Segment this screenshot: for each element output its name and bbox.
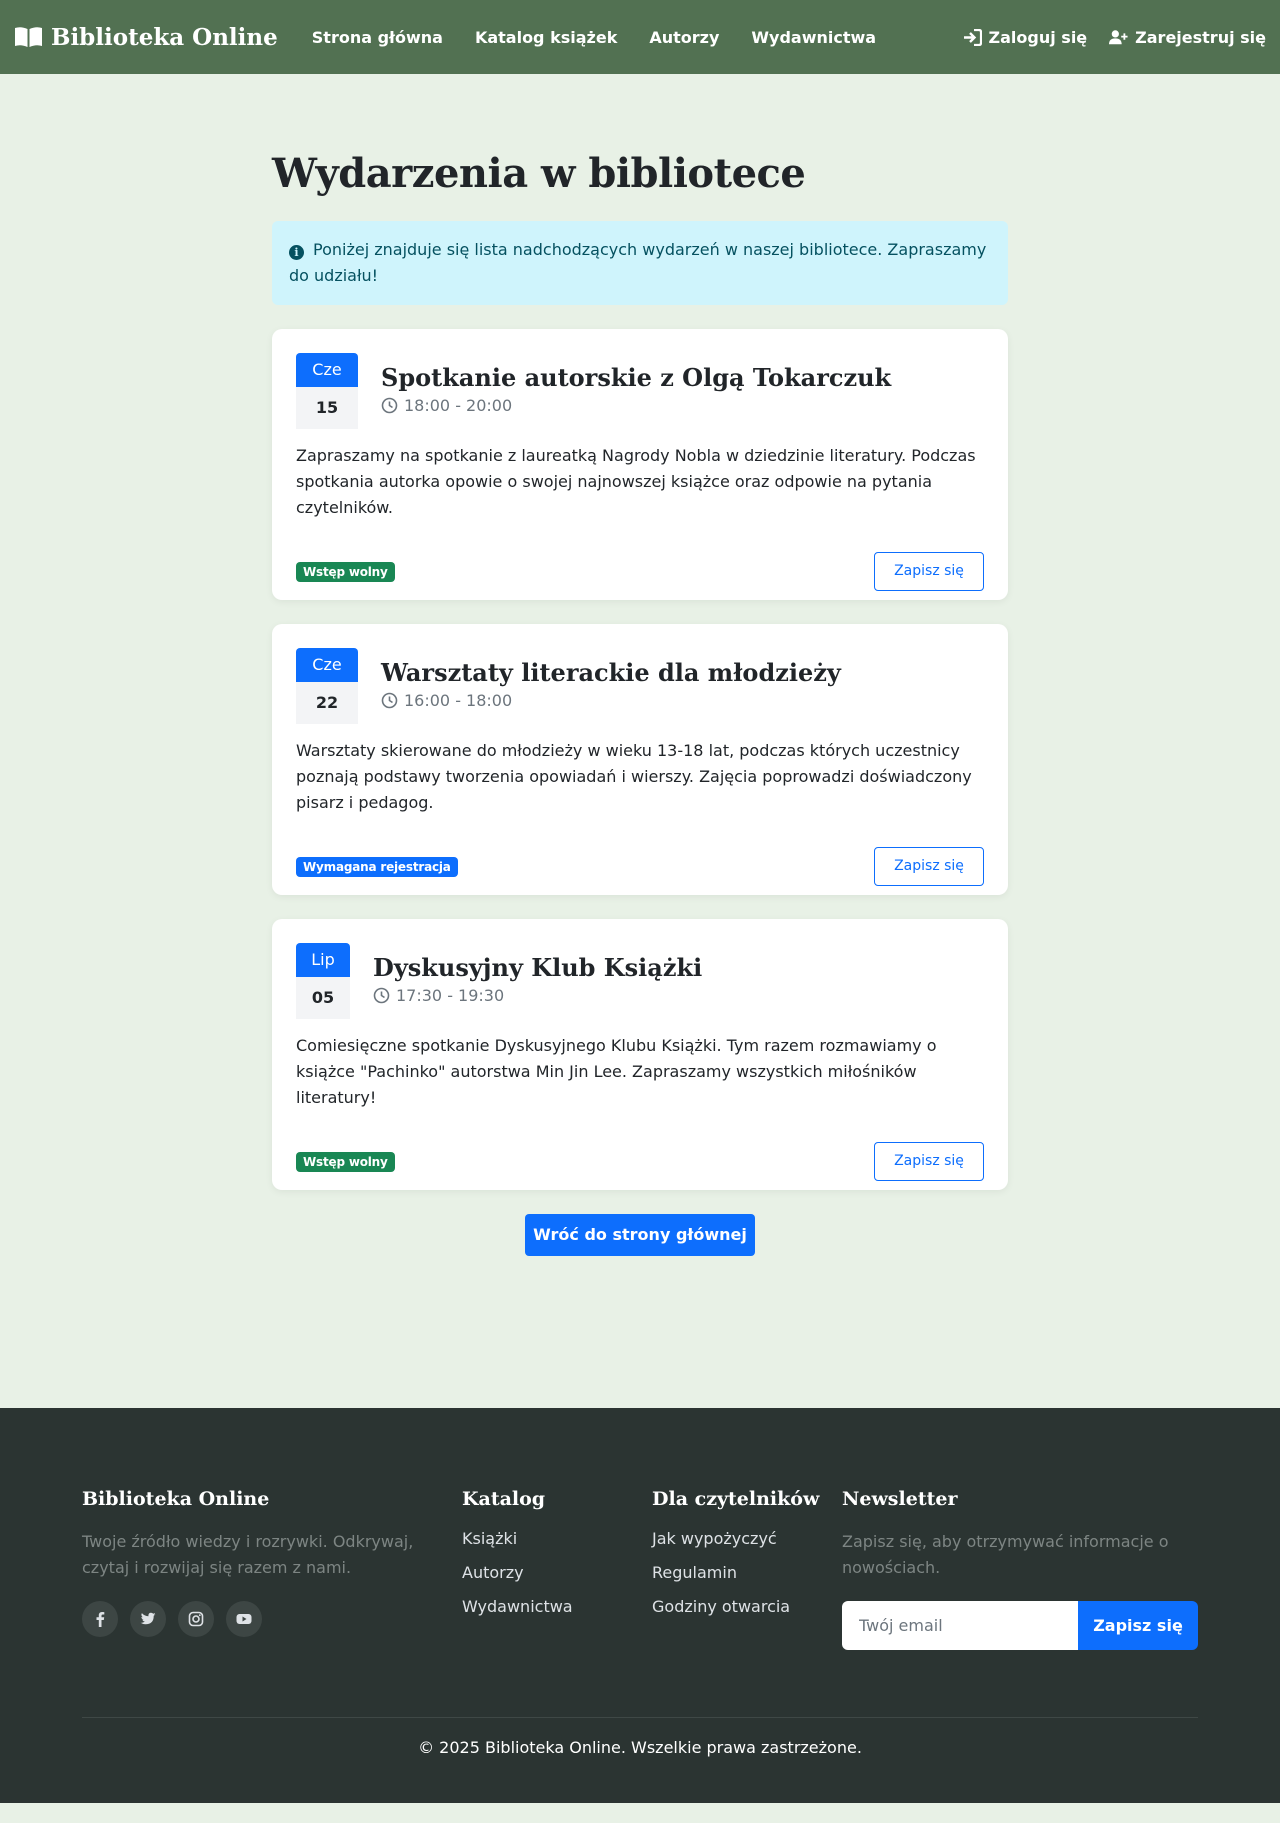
nav-links: Strona główna Katalog książek Autorzy Wy… xyxy=(296,28,892,47)
facebook-icon[interactable] xyxy=(82,1601,118,1637)
event-time: 17:30 - 19:30 xyxy=(373,986,702,1005)
youtube-icon[interactable] xyxy=(226,1601,262,1637)
event-month: Cze xyxy=(296,353,358,387)
brand-link[interactable]: Biblioteka Online xyxy=(14,24,278,51)
event-card: Cze 22 Warsztaty literackie dla młodzież… xyxy=(272,624,1008,895)
register-label: Zarejestruj się xyxy=(1135,27,1266,47)
nav-link-authors[interactable]: Autorzy xyxy=(633,28,735,47)
info-alert: i Poniżej znajduje się lista nadchodzącyc… xyxy=(272,221,1008,305)
alert-text: Poniżej znajduje się lista nadchodzących… xyxy=(289,240,987,285)
event-month: Cze xyxy=(296,648,358,682)
footer-about-title: Biblioteka Online xyxy=(82,1488,270,1510)
clock-icon xyxy=(381,397,398,414)
event-day: 22 xyxy=(296,682,358,724)
footer-link-rules[interactable]: Regulamin xyxy=(652,1563,842,1583)
footer-catalog-title: Katalog xyxy=(462,1488,546,1510)
footer-link-how-to-borrow[interactable]: Jak wypożyczyć xyxy=(652,1529,842,1549)
copyright: © 2025 Biblioteka Online. Wszelkie prawa… xyxy=(418,1738,862,1757)
footer-link-books[interactable]: Książki xyxy=(462,1529,652,1549)
navbar: Biblioteka Online Strona główna Katalog … xyxy=(0,0,1280,74)
event-date: Cze 22 xyxy=(296,648,358,724)
clock-icon xyxy=(373,987,390,1004)
footer-link-publishers[interactable]: Wydawnictwa xyxy=(462,1597,652,1617)
signup-button[interactable]: Zapisz się xyxy=(874,847,984,886)
login-link[interactable]: Zaloguj się xyxy=(963,27,1088,47)
twitter-icon[interactable] xyxy=(130,1601,166,1637)
event-day: 15 xyxy=(296,387,358,429)
event-time-text: 17:30 - 19:30 xyxy=(396,986,505,1005)
event-card: Lip 05 Dyskusyjny Klub Książki 17:30 - 1… xyxy=(272,919,1008,1190)
event-title: Spotkanie autorskie z Olgą Tokarczuk xyxy=(381,363,892,392)
page-title: Wydarzenia w bibliotece xyxy=(272,150,806,197)
footer-readers: Dla czytelników Jak wypożyczyć Regulamin… xyxy=(652,1488,842,1650)
event-description: Comiesięczne spotkanie Dyskusyjnego Klub… xyxy=(296,1036,937,1107)
event-date: Lip 05 xyxy=(296,943,350,1019)
footer-newsletter-title: Newsletter xyxy=(842,1488,958,1510)
event-badge: Wstęp wolny xyxy=(296,1151,395,1172)
back-home-button[interactable]: Wróć do strony głównej xyxy=(525,1214,755,1256)
signup-button[interactable]: Zapisz się xyxy=(874,552,984,591)
event-title: Dyskusyjny Klub Książki xyxy=(373,953,703,982)
event-time: 18:00 - 20:00 xyxy=(381,396,891,415)
footer-newsletter: Newsletter Zapisz się, aby otrzymywać in… xyxy=(842,1488,1198,1650)
footer-about: Biblioteka Online Twoje źródło wiedzy i … xyxy=(82,1488,462,1650)
footer-link-authors[interactable]: Autorzy xyxy=(462,1563,652,1583)
user-plus-icon xyxy=(1109,29,1128,44)
info-icon: i xyxy=(289,245,304,260)
event-time-text: 16:00 - 18:00 xyxy=(404,691,513,710)
clock-icon xyxy=(381,692,398,709)
instagram-icon[interactable] xyxy=(178,1601,214,1637)
nav-link-catalog[interactable]: Katalog książek xyxy=(459,28,633,47)
event-date: Cze 15 xyxy=(296,353,358,429)
nav-auth: Zaloguj się Zarejestruj się xyxy=(963,28,1266,47)
footer: Biblioteka Online Twoje źródło wiedzy i … xyxy=(0,1408,1280,1803)
nav-link-home[interactable]: Strona główna xyxy=(296,28,459,47)
event-day: 05 xyxy=(296,977,350,1019)
register-link[interactable]: Zarejestruj się xyxy=(1109,28,1266,47)
footer-newsletter-text: Zapisz się, aby otrzymywać informacje o … xyxy=(842,1532,1169,1577)
newsletter-form: Zapisz się xyxy=(842,1601,1198,1650)
sign-in-icon xyxy=(963,28,982,46)
social-links xyxy=(82,1601,462,1637)
event-month: Lip xyxy=(296,943,350,977)
event-title: Warsztaty literackie dla młodzieży xyxy=(381,658,841,687)
signup-button[interactable]: Zapisz się xyxy=(874,1142,984,1181)
event-time: 16:00 - 18:00 xyxy=(381,691,841,710)
footer-catalog: Katalog Książki Autorzy Wydawnictwa xyxy=(462,1488,652,1650)
newsletter-submit-button[interactable]: Zapisz się xyxy=(1078,1601,1198,1650)
book-icon xyxy=(15,27,42,47)
event-badge: Wymagana rejestracja xyxy=(296,856,458,877)
event-card: Cze 15 Spotkanie autorskie z Olgą Tokarc… xyxy=(272,329,1008,600)
event-description: Warsztaty skierowane do młodzieży w wiek… xyxy=(296,741,972,812)
event-description: Zapraszamy na spotkanie z laureatką Nagr… xyxy=(296,446,976,517)
footer-link-opening-hours[interactable]: Godziny otwarcia xyxy=(652,1597,842,1617)
footer-about-text: Twoje źródło wiedzy i rozrywki. Odkrywaj… xyxy=(82,1532,414,1577)
brand-name: Biblioteka Online xyxy=(51,23,278,51)
login-label: Zaloguj się xyxy=(988,27,1088,47)
main-content: Wydarzenia w bibliotece i Poniżej znajduj… xyxy=(272,74,1008,1408)
email-input[interactable] xyxy=(842,1601,1078,1650)
event-time-text: 18:00 - 20:00 xyxy=(404,396,513,415)
event-badge: Wstęp wolny xyxy=(296,561,395,582)
nav-link-publishers[interactable]: Wydawnictwa xyxy=(735,28,892,47)
footer-readers-title: Dla czytelników xyxy=(652,1488,820,1510)
